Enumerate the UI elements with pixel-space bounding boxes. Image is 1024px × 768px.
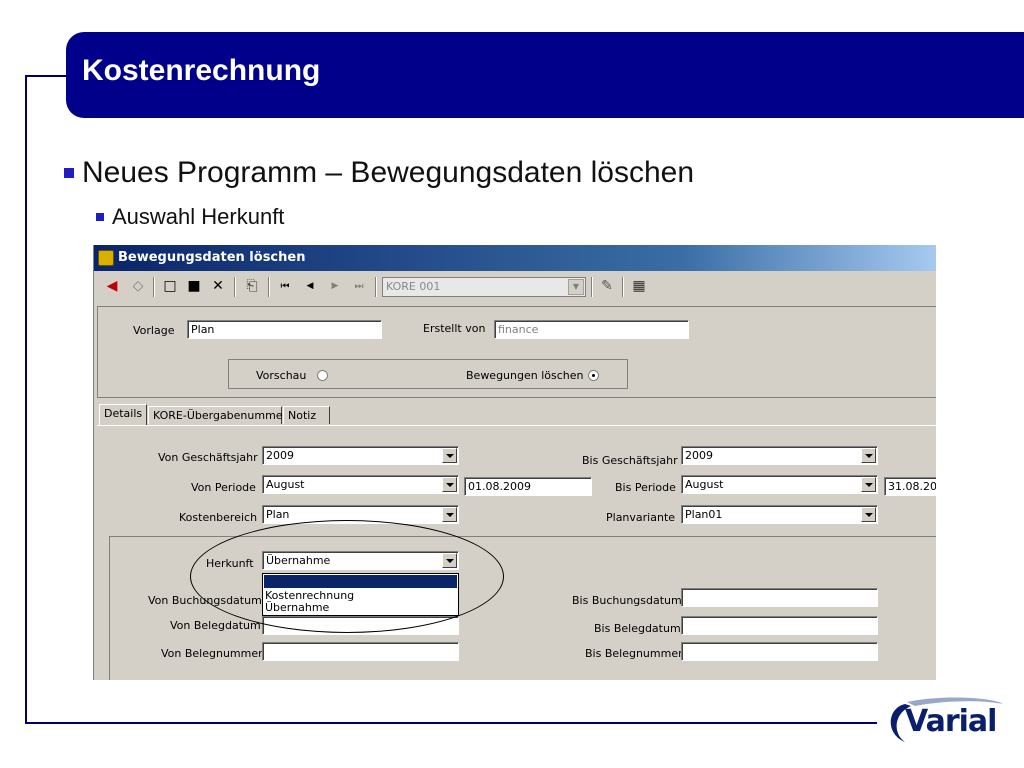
chevron-down-icon[interactable] bbox=[861, 448, 876, 463]
bewegungen-loeschen-radio[interactable] bbox=[588, 370, 599, 381]
app-window: Bewegungsdaten löschen ◀ ◇ □ ■ ✕ ⎗ ⏮ ◀ ▶… bbox=[93, 245, 936, 680]
previous-record-icon[interactable]: ◀ bbox=[300, 277, 320, 295]
chevron-down-icon[interactable] bbox=[442, 448, 457, 463]
von-periode-value: August bbox=[266, 478, 305, 491]
erstellt-von-label: Erstellt von bbox=[423, 322, 486, 335]
bullet-1-text: Neues Programm – Bewegungsdaten löschen bbox=[82, 156, 695, 189]
mode-radio-group: Vorschau Bewegungen löschen bbox=[228, 359, 628, 389]
kostenbereich-select[interactable]: Plan bbox=[262, 505, 459, 524]
slide-title: Kostenrechnung bbox=[82, 54, 321, 87]
record-combo-value: KORE 001 bbox=[386, 280, 441, 293]
bis-buchungsdatum-label: Bis Buchungsdatum bbox=[572, 594, 682, 607]
bis-belegdatum-input[interactable] bbox=[681, 616, 878, 635]
bullet-level-1: Neues Programm – Bewegungsdaten löschen bbox=[64, 156, 694, 190]
von-geschaeftsjahr-label: Von Geschäftsjahr bbox=[158, 451, 258, 464]
herkunft-value: Übernahme bbox=[266, 554, 331, 567]
chevron-down-icon[interactable] bbox=[861, 477, 876, 492]
record-combo[interactable]: KORE 001 ▼ bbox=[382, 277, 586, 297]
von-periode-date-input[interactable]: 01.08.2009 bbox=[464, 477, 592, 496]
first-record-icon[interactable]: ⏮ bbox=[275, 277, 295, 295]
planvariante-select[interactable]: Plan01 bbox=[681, 505, 878, 524]
erstellt-von-input[interactable]: finance bbox=[494, 320, 689, 339]
vorschau-radio[interactable] bbox=[317, 370, 328, 381]
vorlage-input[interactable]: Plan bbox=[187, 320, 382, 339]
chevron-down-icon[interactable] bbox=[861, 507, 876, 522]
von-belegdatum-label: Von Belegdatum bbox=[170, 619, 261, 632]
logo-text: Varial bbox=[905, 704, 997, 739]
print-icon[interactable]: ⎗ bbox=[242, 277, 262, 295]
next-record-icon[interactable]: ▶ bbox=[325, 277, 345, 295]
toolbar-separator bbox=[268, 277, 270, 297]
toolbar-separator bbox=[591, 277, 593, 297]
new-document-icon[interactable]: □ bbox=[160, 277, 180, 295]
frame-line-bottom bbox=[25, 722, 877, 724]
bullet-square-icon bbox=[96, 213, 104, 221]
back-arrow-icon[interactable]: ◀ bbox=[102, 277, 122, 295]
dropdown-option-uebernahme[interactable]: Übernahme bbox=[265, 601, 329, 614]
frame-line-top bbox=[25, 75, 70, 77]
von-periode-select[interactable]: August bbox=[262, 475, 459, 494]
bis-belegnummer-label: Bis Belegnummer bbox=[585, 647, 683, 660]
herkunft-dropdown-list: Kostenrechnung Übernahme bbox=[262, 573, 459, 616]
bis-geschaeftsjahr-select[interactable]: 2009 bbox=[681, 446, 878, 465]
delete-icon[interactable]: ✕ bbox=[208, 277, 228, 295]
bis-buchungsdatum-input[interactable] bbox=[681, 588, 878, 607]
chevron-down-icon[interactable] bbox=[442, 553, 457, 568]
von-belegnummer-input[interactable] bbox=[262, 642, 459, 661]
bis-periode-select[interactable]: August bbox=[681, 475, 878, 494]
varial-logo: Varial bbox=[885, 694, 1005, 750]
chevron-down-icon[interactable]: ▼ bbox=[568, 279, 584, 295]
von-belegnummer-label: Von Belegnummer bbox=[161, 647, 263, 660]
window-titlebar: Bewegungsdaten löschen bbox=[94, 245, 936, 271]
dropdown-option-empty[interactable] bbox=[264, 575, 457, 588]
toolbar-separator bbox=[234, 277, 236, 297]
tab-kore-uebergabenummer[interactable]: KORE-Übergabenummer bbox=[148, 406, 287, 424]
last-record-icon[interactable]: ⏭ bbox=[349, 277, 369, 295]
toolbar-separator bbox=[375, 277, 377, 297]
von-belegdatum-input[interactable] bbox=[262, 616, 459, 635]
bis-periode-date-input[interactable]: 31.08.20 bbox=[884, 477, 936, 496]
bullet-square-icon bbox=[64, 168, 74, 178]
window-title: Bewegungsdaten löschen bbox=[118, 250, 306, 265]
stop-icon[interactable]: ■ bbox=[184, 277, 204, 295]
chevron-down-icon[interactable] bbox=[442, 477, 457, 492]
kostenbereich-label: Kostenbereich bbox=[179, 511, 258, 524]
toolbar-separator bbox=[153, 277, 155, 297]
app-icon bbox=[98, 250, 114, 266]
slide-title-bar: Kostenrechnung bbox=[66, 32, 1024, 118]
toolbar-separator bbox=[622, 277, 624, 297]
bullet-2-text: Auswahl Herkunft bbox=[112, 204, 285, 229]
bis-geschaeftsjahr-value: 2009 bbox=[685, 449, 713, 462]
planvariante-label: Planvariante bbox=[606, 511, 676, 524]
von-geschaeftsjahr-value: 2009 bbox=[266, 449, 294, 462]
toolbar: ◀ ◇ □ ■ ✕ ⎗ ⏮ ◀ ▶ ⏭ KORE 001 ▼ ✎ ▦ bbox=[94, 273, 936, 301]
frame-line-left bbox=[25, 75, 27, 723]
herkunft-select[interactable]: Übernahme bbox=[262, 551, 459, 570]
von-geschaeftsjahr-select[interactable]: 2009 bbox=[262, 446, 459, 465]
vorschau-label: Vorschau bbox=[256, 369, 307, 382]
bis-belegnummer-input[interactable] bbox=[681, 642, 878, 661]
bis-geschaeftsjahr-label: Bis Geschäftsjahr bbox=[582, 454, 678, 467]
bis-periode-value: August bbox=[685, 478, 724, 491]
settings-icon[interactable]: ▦ bbox=[629, 277, 649, 295]
von-periode-label: Von Periode bbox=[191, 481, 256, 494]
kostenbereich-value: Plan bbox=[266, 508, 290, 521]
eraser-icon[interactable]: ◇ bbox=[128, 277, 148, 295]
von-buchungsdatum-label: Von Buchungsdatum bbox=[148, 594, 262, 607]
bewegungen-loeschen-label: Bewegungen löschen bbox=[466, 369, 584, 382]
herkunft-label: Herkunft bbox=[206, 557, 254, 570]
bis-periode-label: Bis Periode bbox=[615, 481, 676, 494]
vorlage-label: Vorlage bbox=[133, 324, 175, 337]
export-icon[interactable]: ✎ bbox=[597, 277, 617, 295]
planvariante-value: Plan01 bbox=[685, 508, 723, 521]
chevron-down-icon[interactable] bbox=[442, 507, 457, 522]
bis-belegdatum-label: Bis Belegdatum bbox=[594, 622, 681, 635]
bullet-level-2: Auswahl Herkunft bbox=[96, 204, 284, 230]
tab-details[interactable]: Details bbox=[99, 404, 147, 426]
tab-notiz[interactable]: Notiz bbox=[283, 406, 330, 424]
